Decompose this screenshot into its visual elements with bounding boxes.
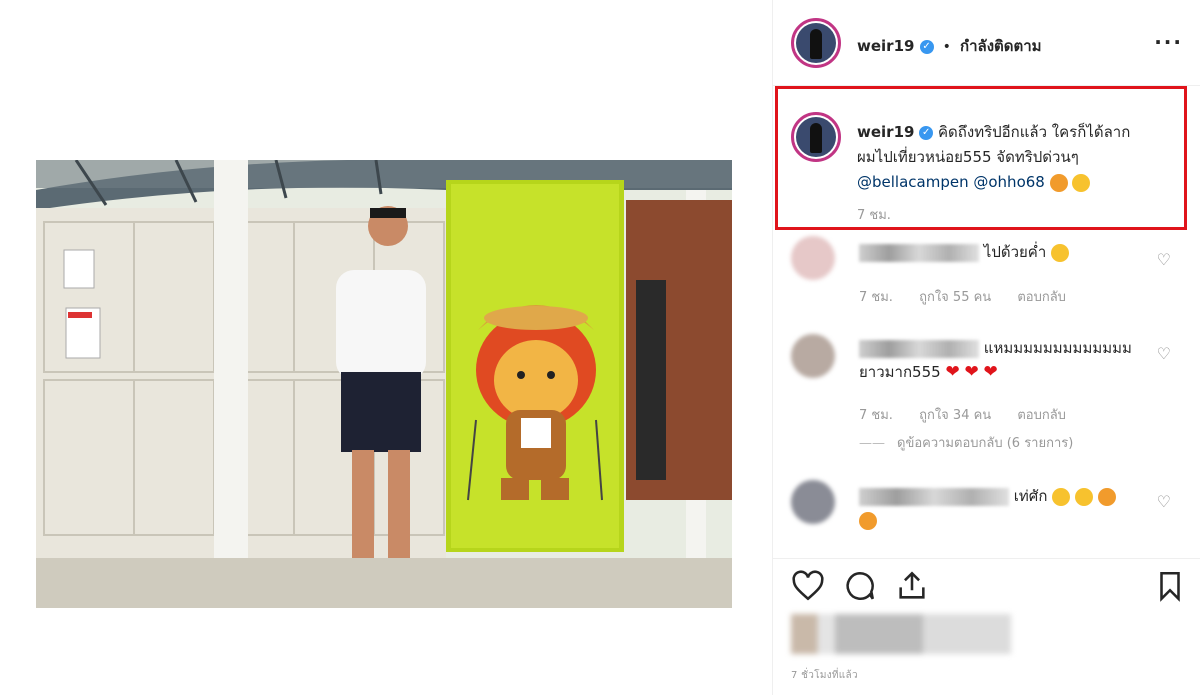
header-user-line: weir19 ✓ • กำลังติดตาม: [857, 34, 1042, 58]
comment-likes[interactable]: ถูกใจ 34 คน: [919, 408, 991, 423]
comment-text: แหมมมมมมมมมมมมม ยาวมาก555 ❤ ❤ ❤: [859, 336, 1149, 384]
caption-line-2: ผมไปเที่ยวหน่อย555 จัดทริปด่วนๆ: [857, 148, 1079, 166]
commenter-username-blurred[interactable]: [859, 339, 979, 358]
save-bookmark-icon[interactable]: [1153, 569, 1187, 603]
tiger-emoji-icon: [1049, 173, 1068, 192]
red-heart-icon: ❤: [945, 362, 960, 382]
author-avatar[interactable]: [791, 18, 841, 68]
comment-meta: 7 ชม. ถูกใจ 34 คน ตอบกลับ: [859, 404, 1088, 425]
photo-pane: [0, 0, 772, 695]
comment-meta: 7 ชม. ถูกใจ 55 คน ตอบกลับ: [859, 286, 1088, 307]
comment-bubble-icon[interactable]: [843, 569, 877, 603]
commenter-username-blurred[interactable]: [859, 243, 979, 262]
comment-time: 7 ชม.: [859, 408, 893, 423]
comment-text: เท่ศัก: [859, 484, 1149, 532]
author-username[interactable]: weir19: [857, 37, 914, 55]
separator-dot: •: [942, 39, 951, 55]
view-replies-link[interactable]: ดูข้อความตอบกลับ (6 รายการ): [897, 436, 1073, 451]
share-icon[interactable]: [895, 569, 929, 603]
verified-badge-icon: ✓: [919, 125, 934, 140]
comment-like-icon[interactable]: ♡: [1157, 492, 1171, 511]
comment-like-icon[interactable]: ♡: [1157, 344, 1171, 363]
reply-button[interactable]: ตอบกลับ: [1017, 290, 1066, 305]
post-time-ago: 7 ชั่วโมงที่แล้ว: [791, 670, 858, 681]
mention-link[interactable]: @bellacampen: [857, 173, 969, 191]
wink-emoji-icon: [859, 511, 877, 530]
commenter-username-blurred[interactable]: [859, 487, 1009, 506]
mention-link[interactable]: @ohho68: [973, 173, 1044, 191]
comment-body: ไปด้วยค่ำ: [983, 243, 1047, 261]
like-heart-icon[interactable]: [791, 569, 825, 603]
follow-status-button[interactable]: กำลังติดตาม: [960, 37, 1042, 55]
caption: weir19 ✓ คิดถึงทริปอีกแล้ว ใครก็ได้ลาก ผ…: [857, 120, 1167, 228]
comment-body-line-2: ยาวมาก555: [859, 363, 941, 381]
comment-like-icon[interactable]: ♡: [1157, 250, 1171, 269]
red-heart-icon: ❤: [964, 362, 979, 382]
grin-emoji-icon: [1074, 487, 1093, 506]
replies-divider: ——: [859, 436, 885, 451]
smile-emoji-icon: [1052, 487, 1071, 506]
view-replies-row[interactable]: —— ดูข้อความตอบกลับ (6 รายการ): [859, 432, 1095, 453]
comment-body-line-1: แหมมมมมมมมมมมมม: [983, 339, 1132, 357]
comment-likes[interactable]: ถูกใจ 55 คน: [919, 290, 991, 305]
caption-avatar[interactable]: [791, 112, 841, 162]
commenter-avatar[interactable]: [791, 480, 835, 524]
caption-line-1: คิดถึงทริปอีกแล้ว ใครก็ได้ลาก: [938, 123, 1131, 141]
post-side-panel: weir19 ✓ • กำลังติดตาม ··· weir19 ✓ คิดถ…: [772, 0, 1200, 695]
comment-time: 7 ชม.: [859, 290, 893, 305]
grimace-emoji-icon: [1072, 173, 1091, 192]
more-options-icon[interactable]: ···: [1154, 30, 1183, 54]
photo-illustration: [36, 160, 732, 608]
verified-badge-icon: ✓: [919, 39, 934, 54]
red-heart-icon: ❤: [983, 362, 998, 382]
post-photo[interactable]: [36, 160, 732, 608]
tongue-emoji-icon: [1097, 487, 1116, 506]
commenter-avatar[interactable]: [791, 334, 835, 378]
caption-time: 7 ชม.: [857, 208, 891, 223]
post-header: weir19 ✓ • กำลังติดตาม ···: [773, 0, 1200, 86]
comment-text: ไปด้วยค่ำ: [859, 240, 1149, 264]
caption-username[interactable]: weir19: [857, 123, 914, 141]
commenter-avatar[interactable]: [791, 236, 835, 280]
reply-button[interactable]: ตอบกลับ: [1017, 408, 1066, 423]
tongue-emoji-icon: [1051, 243, 1070, 262]
action-bar: [773, 558, 1200, 614]
comment-body: เท่ศัก: [1013, 487, 1048, 505]
liked-by-blurred[interactable]: [791, 614, 1011, 654]
